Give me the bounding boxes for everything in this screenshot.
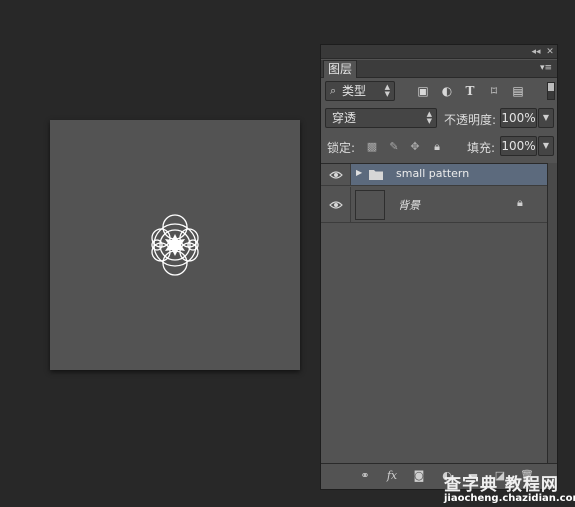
type-filter-icon[interactable]: T [462, 83, 478, 99]
folder-icon [369, 170, 383, 180]
fill-label: 填充: [467, 141, 496, 155]
panel-title-bar[interactable]: ◂◂ ✕ [321, 45, 557, 59]
layer-name: 背景 [398, 199, 420, 212]
smart-object-filter-icon[interactable]: ▤ [510, 83, 526, 99]
workspace: ◂◂ ✕ 图层 ▾≡ ⌕ 类型 ▲ ▼ ▣ ◐ T ⌑ ▤ 穿透 ▲ ▼ 不透明… [0, 0, 575, 507]
lock-icon: 🔒︎ [517, 196, 523, 209]
layer-name: small pattern [396, 167, 470, 180]
fill-input[interactable]: 100% [500, 136, 537, 156]
layer-row-background[interactable]: 背景 🔒︎ [321, 187, 547, 223]
fill-dropdown-button[interactable]: ▼ [538, 136, 554, 156]
collapse-panel-button[interactable]: ◂◂ [530, 45, 542, 59]
blend-mode-value: 穿透 [332, 111, 357, 125]
search-icon: ⌕ [330, 84, 337, 97]
opacity-label: 不透明度: [444, 113, 497, 127]
filter-type-value: 类型 [342, 84, 367, 98]
add-mask-icon[interactable]: ◙ [411, 468, 427, 484]
eye-icon [329, 171, 343, 179]
filter-toggle-switch[interactable] [547, 82, 555, 100]
tab-layers[interactable]: 图层 [323, 60, 357, 78]
document-canvas[interactable] [50, 120, 300, 370]
layers-panel: ◂◂ ✕ 图层 ▾≡ ⌕ 类型 ▲ ▼ ▣ ◐ T ⌑ ▤ 穿透 ▲ ▼ 不透明… [320, 44, 558, 490]
close-panel-button[interactable]: ✕ [544, 45, 556, 59]
lock-position-icon[interactable]: ✥ [407, 139, 423, 155]
eye-icon [329, 201, 343, 209]
opacity-input[interactable]: 100% [500, 108, 537, 128]
pattern-artwork [151, 214, 199, 276]
visibility-toggle[interactable] [321, 187, 351, 222]
lock-image-pixels-icon[interactable]: ✎ [386, 139, 402, 155]
adjustment-filter-icon[interactable]: ◐ [439, 83, 455, 99]
opacity-dropdown-button[interactable]: ▼ [538, 108, 554, 128]
chevron-updown-icon: ▲ ▼ [384, 83, 390, 98]
layer-row-small-pattern[interactable]: ▶ small pattern [321, 164, 547, 186]
chevron-updown-icon: ▲ ▼ [426, 110, 432, 125]
filter-type-select[interactable]: ⌕ 类型 ▲ ▼ [325, 81, 395, 101]
panel-tab-row: 图层 ▾≡ [321, 60, 557, 78]
link-layers-icon[interactable]: ⚭ [357, 468, 373, 484]
watermark-url: jiaocheng.chazidian.com [444, 493, 575, 504]
lock-label: 锁定: [327, 141, 356, 155]
shape-filter-icon[interactable]: ⌑ [486, 83, 502, 99]
image-filter-icon[interactable]: ▣ [415, 83, 431, 99]
layers-scrollbar[interactable] [547, 163, 557, 463]
lock-all-icon[interactable]: 🔒︎ [429, 139, 445, 155]
blend-mode-select[interactable]: 穿透 ▲ ▼ [325, 108, 437, 128]
visibility-toggle[interactable] [321, 164, 351, 185]
panel-menu-button[interactable]: ▾≡ [539, 62, 553, 74]
watermark: 查字典 教程网 jiaocheng.chazidian.com [440, 470, 575, 507]
lock-row: 锁定: ▩ ✎ ✥ 🔒︎ 填充: 100% ▼ [321, 135, 557, 159]
layer-thumbnail [355, 190, 385, 220]
fx-button[interactable]: fx [384, 468, 400, 484]
blend-row: 穿透 ▲ ▼ 不透明度: 100% ▼ [321, 107, 557, 131]
layers-list: ▶ small pattern 背景 🔒︎ [321, 163, 547, 463]
filter-row: ⌕ 类型 ▲ ▼ ▣ ◐ T ⌑ ▤ [321, 80, 557, 104]
lock-transparent-pixels-icon[interactable]: ▩ [364, 139, 380, 155]
watermark-title: 查字典 教程网 [444, 475, 559, 495]
expand-group-icon[interactable]: ▶ [356, 168, 362, 177]
